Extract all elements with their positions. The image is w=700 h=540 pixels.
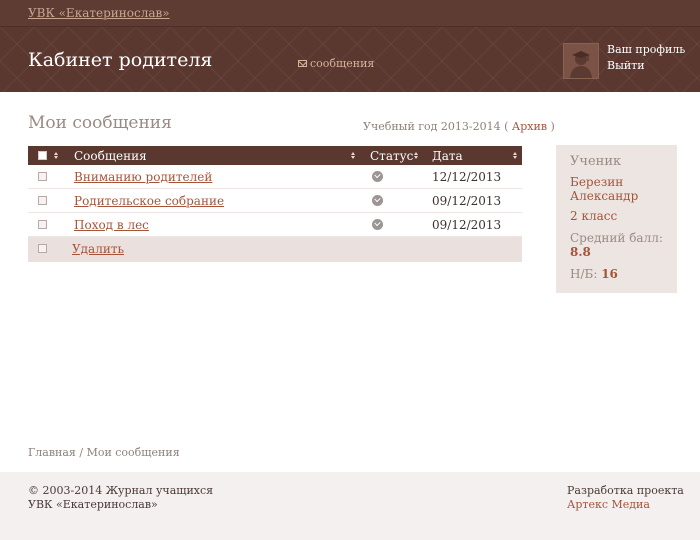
absences-label: Н/Б: — [570, 267, 598, 281]
average-score-label: Средний балл: — [570, 231, 663, 245]
messages-table: Сообщения Статус Дата Вниманию родителей… — [28, 146, 522, 262]
sort-arrows-icon[interactable] — [54, 152, 59, 160]
absences: Н/Б: 16 — [570, 267, 663, 281]
messages-link[interactable]: сообщения — [310, 57, 374, 70]
avatar[interactable] — [563, 43, 599, 79]
column-date[interactable]: Дата — [432, 149, 463, 163]
student-name: Березин Александр — [570, 175, 663, 203]
graduate-avatar-icon — [564, 44, 598, 78]
archive-link[interactable]: Архив — [512, 120, 547, 133]
student-firstname: Александр — [570, 189, 639, 203]
school-year: Учебный год 2013-2014 ( Архив ) — [363, 120, 555, 133]
header-band: Кабинет родителя сообщения Ваш профиль В… — [0, 27, 700, 92]
message-date: 09/12/2013 — [432, 218, 502, 232]
profile-link[interactable]: Ваш профиль — [607, 42, 685, 58]
year-suffix: ) — [550, 120, 555, 133]
message-date: 09/12/2013 — [432, 194, 502, 208]
check-icon — [372, 219, 383, 230]
average-label-part1: Средний — [570, 231, 626, 245]
copyright-line: © 2003-2014 Журнал учащихся — [28, 484, 214, 497]
footer-copyright: © 2003-2014 Журнал учащихся УВК «Екатери… — [28, 484, 213, 512]
select-all-checkbox[interactable] — [38, 151, 47, 160]
sort-arrows-icon[interactable] — [414, 152, 419, 160]
page-header-title: Кабинет родителя — [28, 49, 213, 71]
message-date: 12/12/2013 — [432, 170, 502, 184]
message-subject-link[interactable]: Поход в лес — [74, 218, 149, 232]
profile-links: Ваш профиль Выйти — [607, 42, 685, 74]
year-label: Учебный год 2013-2014 ( — [363, 120, 509, 133]
average-score-value: 8.8 — [570, 245, 591, 259]
logout-link[interactable]: Выйти — [607, 58, 685, 74]
check-icon — [372, 171, 383, 182]
average-label-part2: балл: — [629, 231, 663, 245]
row-checkbox[interactable] — [38, 172, 47, 181]
developer-link[interactable]: Артекс Медиа — [567, 498, 684, 512]
delete-link[interactable]: Удалить — [72, 242, 124, 256]
delete-select-checkbox[interactable] — [38, 244, 47, 253]
school-name-line: УВК «Екатеринослав» — [28, 498, 158, 511]
message-subject-link[interactable]: Родительское собрание — [74, 194, 224, 208]
check-icon — [372, 195, 383, 206]
student-heading: Ученик — [570, 154, 622, 169]
student-card: Ученик Березин Александр 2 класс Средний… — [556, 145, 677, 293]
messages-nav[interactable]: сообщения — [298, 57, 374, 70]
developer-label: Разработка проекта — [567, 484, 684, 497]
column-status[interactable]: Статус — [370, 149, 413, 163]
message-subject-link[interactable]: Вниманию родителей — [74, 170, 212, 184]
footer: © 2003-2014 Журнал учащихся УВК «Екатери… — [0, 472, 700, 540]
sort-arrows-icon[interactable] — [513, 152, 518, 160]
table-row: Родительское собрание 09/12/2013 — [28, 189, 522, 213]
top-strip: УВК «Екатеринослав» — [0, 0, 700, 27]
breadcrumb-current: Мои сообщения — [86, 446, 180, 459]
envelope-icon — [298, 60, 307, 67]
breadcrumb-home-link[interactable]: Главная — [28, 446, 76, 459]
table-row: Поход в лес 09/12/2013 — [28, 213, 522, 237]
table-header: Сообщения Статус Дата — [28, 146, 522, 165]
row-checkbox[interactable] — [38, 220, 47, 229]
page-title: Мои сообщения — [28, 113, 172, 133]
breadcrumb: Главная / Мои сообщения — [28, 446, 180, 459]
table-row: Вниманию родителей 12/12/2013 — [28, 165, 522, 189]
student-surname: Березин — [570, 175, 624, 189]
column-subject[interactable]: Сообщения — [74, 149, 147, 163]
student-class: 2 класс — [570, 209, 618, 223]
sort-arrows-icon[interactable] — [351, 152, 356, 160]
row-checkbox[interactable] — [38, 196, 47, 205]
brand-link[interactable]: УВК «Екатеринослав» — [28, 6, 170, 20]
absences-value: 16 — [601, 267, 618, 281]
breadcrumb-separator: / — [75, 446, 87, 459]
footer-credits: Разработка проекта Артекс Медиа — [567, 484, 684, 512]
delete-row: Удалить — [28, 237, 522, 262]
